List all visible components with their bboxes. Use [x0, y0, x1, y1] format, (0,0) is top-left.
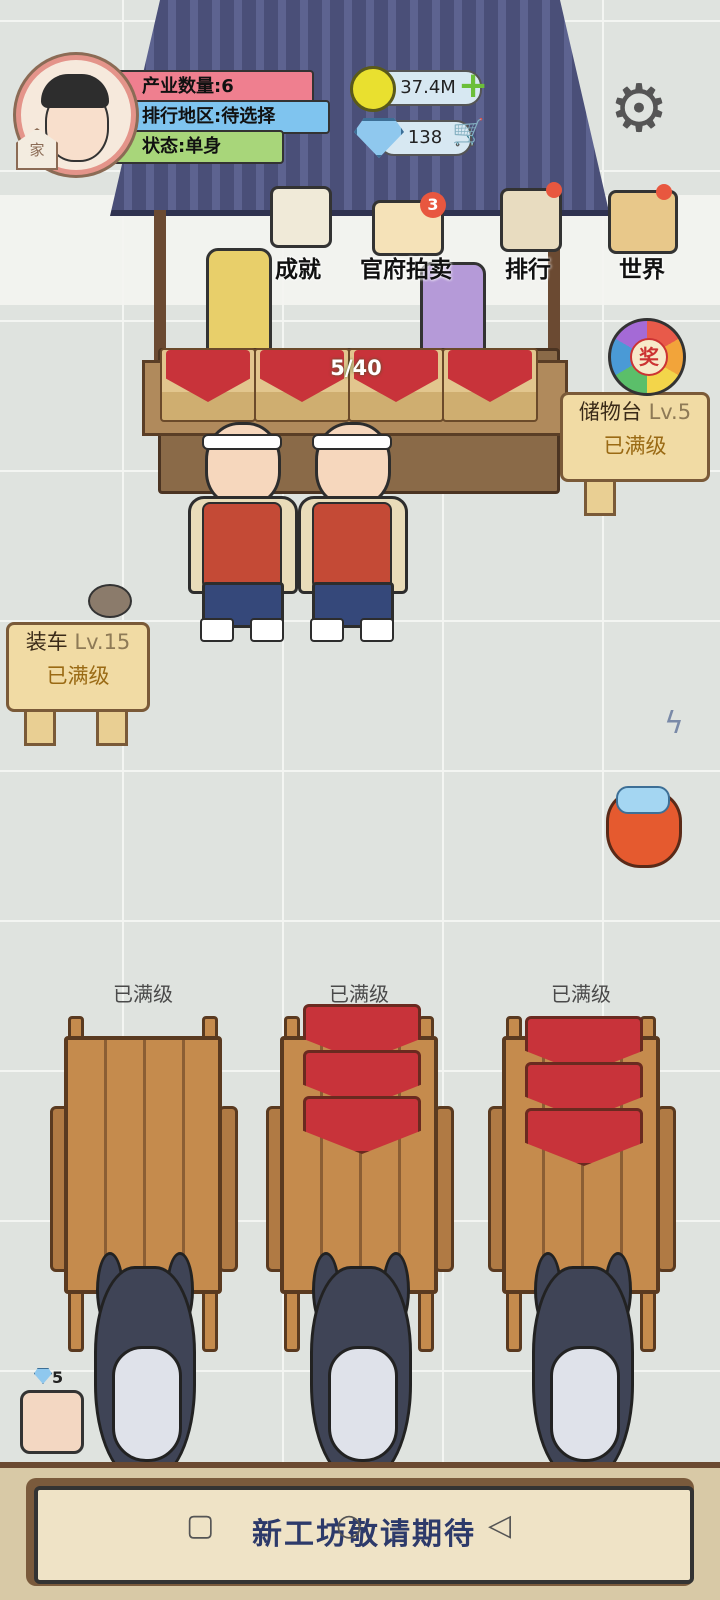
- game-scene: 5/40 储物台 Lv.5 已满级 装车 Lv.15 已满级 ϟ 已满级 已满级: [0, 0, 720, 1600]
- ranking-red-dot: [546, 182, 562, 198]
- industry-count-value: 6: [221, 76, 234, 97]
- shop-button[interactable]: [20, 1390, 84, 1454]
- back-icon[interactable]: ◁: [488, 1508, 511, 1543]
- loading-sign-status: 已满级: [46, 664, 110, 688]
- menu-auction-label[interactable]: 官府拍卖: [346, 250, 466, 284]
- region-bar[interactable]: 排行地区:待选择: [110, 100, 330, 134]
- diamond-icon: [34, 1368, 52, 1384]
- industry-count-bar: 产业数量:6: [110, 70, 314, 104]
- loading-sign-level: Lv.15: [74, 630, 131, 654]
- cart-level-label: 已满级: [113, 982, 173, 1006]
- cart-level-label: 已满级: [551, 982, 611, 1006]
- cart[interactable]: 已满级: [488, 982, 676, 1482]
- auction-badge: 3: [420, 192, 446, 218]
- world-map-icon[interactable]: [608, 190, 678, 254]
- cart[interactable]: 已满级: [50, 982, 238, 1482]
- pillar: [154, 210, 166, 360]
- menu-ranking-label[interactable]: 排行: [486, 250, 570, 284]
- plus-icon[interactable]: +: [458, 68, 488, 104]
- region-value: 待选择: [221, 106, 276, 127]
- cart-icon[interactable]: 🛒: [452, 118, 484, 148]
- lightning-icon: ϟ: [664, 706, 684, 741]
- loading-sign[interactable]: 装车 Lv.15 已满级: [6, 622, 150, 712]
- storage-sign[interactable]: 储物台 Lv.5 已满级: [560, 392, 710, 482]
- shop-gem-count: 5: [52, 1368, 64, 1387]
- diamond-icon: [616, 786, 670, 814]
- goods-crate: [160, 348, 256, 422]
- new-workshop-banner[interactable]: 新工坊敬请期待: [34, 1486, 694, 1584]
- cart-level-label: 已满级: [329, 982, 389, 1006]
- recent-apps-icon[interactable]: ▢: [186, 1508, 214, 1543]
- status-bar: 状态:单身: [110, 130, 284, 164]
- storage-sign-name: 储物台: [578, 400, 642, 424]
- region-label: 排行地区:: [142, 106, 222, 127]
- prize-wheel-label: 奖: [630, 338, 668, 376]
- status-value: 单身: [185, 136, 222, 157]
- menu-world-label[interactable]: 世界: [600, 250, 684, 284]
- bird: [88, 584, 132, 618]
- world-red-dot: [656, 184, 672, 200]
- cart[interactable]: 已满级: [266, 982, 454, 1482]
- worker[interactable]: [180, 412, 300, 642]
- status-label: 状态:: [142, 136, 186, 157]
- goods-crate: [442, 348, 538, 422]
- achievement-icon[interactable]: [270, 186, 332, 248]
- home-nav-icon[interactable]: ○: [336, 1508, 362, 1543]
- coin-icon: [350, 66, 396, 112]
- worker[interactable]: [290, 412, 410, 642]
- menu-achievement-label[interactable]: 成就: [256, 250, 340, 284]
- loading-sign-name: 装车: [25, 630, 68, 654]
- storage-sign-status: 已满级: [603, 434, 667, 458]
- gear-icon[interactable]: ⚙: [604, 74, 674, 144]
- storage-sign-level: Lv.5: [648, 400, 692, 424]
- industry-count-label: 产业数量:: [142, 76, 222, 97]
- counter-progress-text: 5/40: [330, 356, 382, 380]
